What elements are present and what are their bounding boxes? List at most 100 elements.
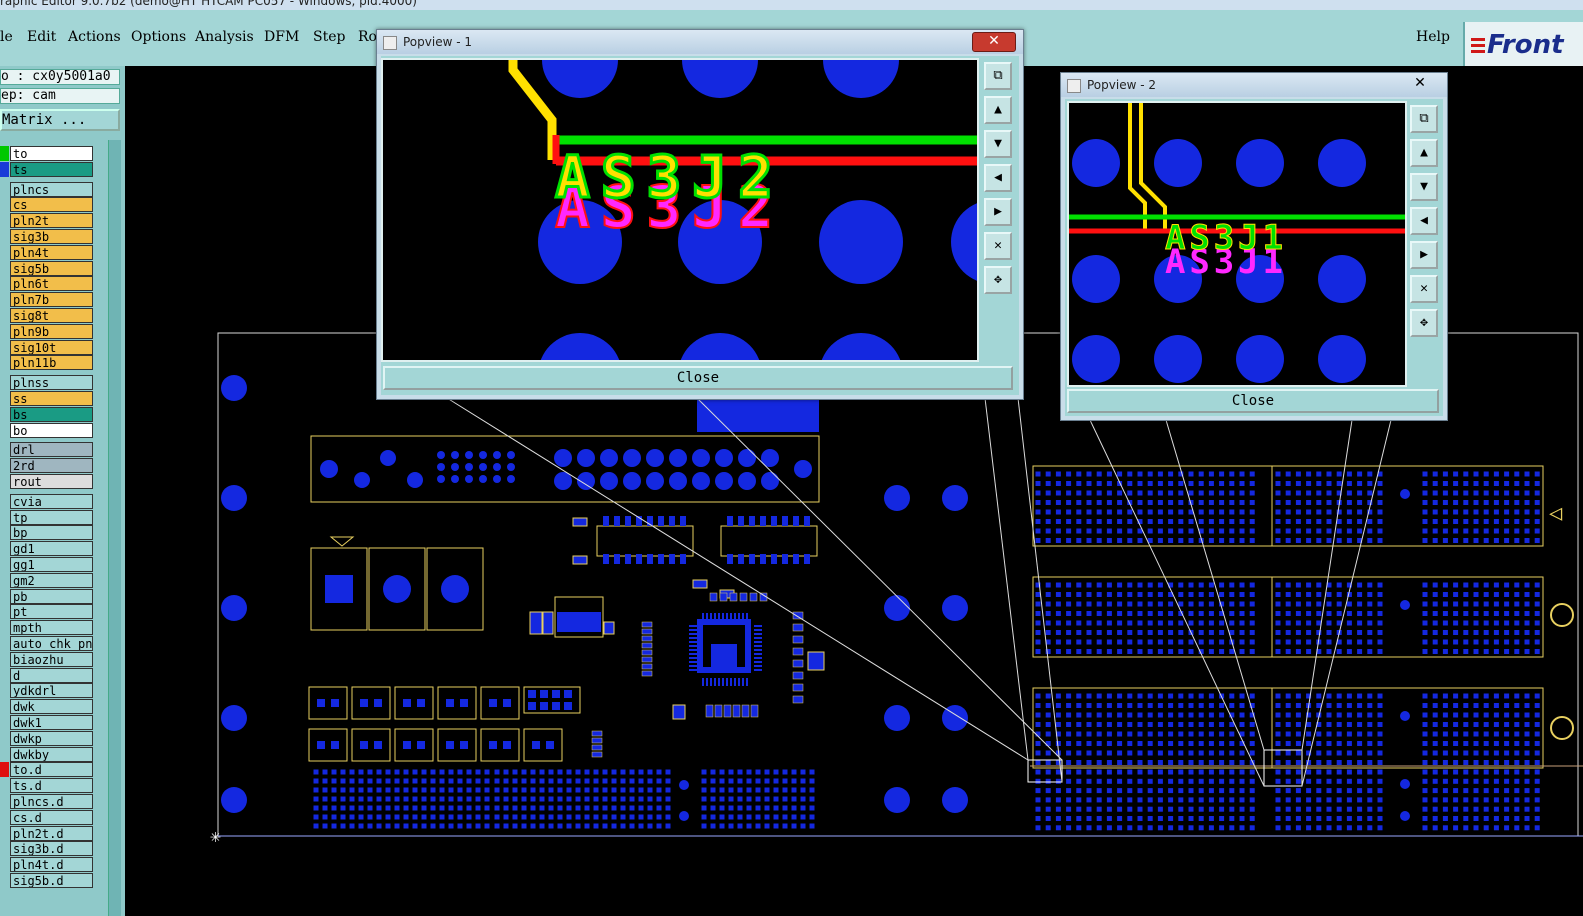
layer-bs[interactable]: bs — [10, 406, 93, 422]
zoom-window-icon[interactable]: ⧉ — [984, 62, 1012, 90]
layer-sig8t[interactable]: sig8t — [10, 308, 93, 323]
pan-down-icon[interactable]: ▼ — [984, 130, 1012, 158]
pan-up-icon[interactable]: ▲ — [984, 96, 1012, 124]
pan-down-icon[interactable]: ▼ — [1410, 173, 1438, 201]
layer-gm2[interactable]: gm2 — [10, 572, 93, 588]
layer-plncs-d[interactable]: plncs.d — [10, 794, 93, 809]
connector-pad — [1504, 712, 1510, 718]
pan-right-icon[interactable]: ▶ — [1410, 241, 1438, 269]
layer-pln4t-d[interactable]: pln4t.d — [10, 857, 93, 873]
menu-step[interactable]: Step — [313, 29, 345, 45]
connector-pad — [1432, 806, 1438, 812]
pad — [727, 554, 733, 564]
layer-dwkby[interactable]: dwkby — [10, 746, 93, 762]
layer-gg1[interactable]: gg1 — [10, 557, 93, 572]
layer-auto-chk-pn[interactable]: auto_chk_pn — [10, 636, 93, 651]
pan-left-icon[interactable]: ◀ — [984, 164, 1012, 192]
layer-drl[interactable]: drl — [10, 442, 93, 458]
layer-ts[interactable]: ts — [10, 161, 93, 177]
popview-2-screen[interactable]: AS3J1 AS3J1 — [1067, 101, 1407, 387]
zoom-fit-icon[interactable]: ✕ — [984, 232, 1012, 260]
layer-pln9b[interactable]: pln9b — [10, 323, 93, 339]
layer-dwkp[interactable]: dwkp — [10, 730, 93, 746]
menu-options[interactable]: Options — [131, 29, 186, 45]
layer-mpth[interactable]: mpth — [10, 620, 93, 636]
layer-cs-d[interactable]: cs.d — [10, 809, 93, 825]
layer-bo[interactable]: bo — [10, 422, 93, 438]
connector-pad — [1473, 741, 1479, 746]
connector-pad — [1086, 750, 1092, 756]
popview-1-close-button[interactable]: Close — [383, 366, 1013, 390]
layer-pb[interactable]: pb — [10, 588, 93, 604]
layer-to[interactable]: to — [10, 146, 93, 161]
menu-edit[interactable]: Edit — [27, 29, 56, 45]
layer-cvia[interactable]: cvia — [10, 493, 93, 509]
mounting-hole — [221, 705, 247, 731]
pad — [529, 611, 543, 635]
menu-actions[interactable]: Actions — [68, 29, 121, 45]
layer-sig3b[interactable]: sig3b — [10, 229, 93, 244]
popview-1-zoom-view[interactable]: AS3J2AS3J2 — [383, 60, 977, 360]
popview-1-titlebar[interactable]: Popview - 1 ✕ — [377, 30, 1023, 54]
layer-dwk[interactable]: dwk — [10, 699, 93, 715]
bga-pad — [367, 823, 373, 829]
zoom-window-icon[interactable]: ⧉ — [1410, 105, 1438, 133]
pan-right-icon[interactable]: ▶ — [984, 198, 1012, 226]
layer-sig5b[interactable]: sig5b — [10, 260, 93, 276]
popview-1-close-icon[interactable]: ✕ — [972, 32, 1016, 52]
connector-pad — [1336, 611, 1342, 616]
layer-pln7b[interactable]: pln7b — [10, 292, 93, 308]
matrix-button[interactable]: Matrix ... — [0, 109, 120, 131]
layer-rout[interactable]: rout — [10, 474, 93, 489]
layer-cs[interactable]: cs — [10, 197, 93, 213]
bga-pad — [593, 787, 599, 793]
connector-pad — [1208, 500, 1214, 505]
layer-tp[interactable]: tp — [10, 509, 93, 525]
layer-to-d[interactable]: to.d — [10, 762, 93, 778]
connector-pad — [1442, 528, 1448, 534]
zoom-fit-icon[interactable]: ✕ — [1410, 275, 1438, 303]
popview-2-close-button[interactable]: Close — [1067, 389, 1439, 413]
connector-pad — [1377, 806, 1383, 812]
menu-rout[interactable]: Ro — [358, 29, 377, 45]
connector-pad — [1117, 582, 1123, 588]
zoom-home-icon[interactable]: ✥ — [984, 266, 1012, 294]
layer-bp[interactable]: bp — [10, 525, 93, 541]
pan-up-icon[interactable]: ▲ — [1410, 139, 1438, 167]
layer-d[interactable]: d — [10, 667, 93, 683]
layer-list-scrollbar[interactable] — [108, 140, 121, 916]
layer-pln6t[interactable]: pln6t — [10, 276, 93, 292]
connector-pad — [1249, 778, 1255, 784]
layer-sig3b-d[interactable]: sig3b.d — [10, 841, 93, 857]
layer-ts-d[interactable]: ts.d — [10, 778, 93, 794]
layer-plncs[interactable]: plncs — [10, 181, 93, 197]
layer-pln2t[interactable]: pln2t — [10, 213, 93, 229]
layer-sig5b-d[interactable]: sig5b.d — [10, 873, 93, 888]
menu-dfm[interactable]: DFM — [264, 29, 299, 45]
layer-biaozhu[interactable]: biaozhu — [10, 651, 93, 667]
layer-plnss[interactable]: plnss — [10, 375, 93, 391]
layer-pt[interactable]: pt — [10, 604, 93, 620]
menu-analysis[interactable]: Analysis — [195, 29, 254, 45]
layer-pln2t-d[interactable]: pln2t.d — [10, 825, 93, 841]
layer-2rd[interactable]: 2rd — [10, 458, 93, 474]
popview-2-zoom-view[interactable]: AS3J1AS3J1 — [1069, 103, 1405, 385]
menu-file[interactable]: le — [0, 29, 13, 45]
zoom-home-icon[interactable]: ✥ — [1410, 309, 1438, 337]
layer-dwk1[interactable]: dwk1 — [10, 715, 93, 730]
connector-pad — [1377, 509, 1383, 515]
connector-pad — [1137, 750, 1143, 756]
popview-2-close-icon[interactable]: ✕ — [1399, 75, 1441, 93]
layer-pln11b[interactable]: pln11b — [10, 355, 93, 371]
pan-left-icon[interactable]: ◀ — [1410, 207, 1438, 235]
layer-sig10t[interactable]: sig10t — [10, 339, 93, 355]
layer-ydkdrl[interactable]: ydkdrl — [10, 683, 93, 699]
layer-gd1[interactable]: gd1 — [10, 541, 93, 557]
menu-help[interactable]: Help — [1416, 29, 1450, 45]
bga-pad — [322, 778, 328, 784]
popview-1-screen[interactable]: AS3J2 AS3J2 — [381, 58, 979, 362]
layer-ss[interactable]: ss — [10, 391, 93, 406]
layer-pln4t[interactable]: pln4t — [10, 244, 93, 260]
popview-2-titlebar[interactable]: Popview - 2 ✕ — [1061, 73, 1447, 97]
bga-pad — [791, 769, 797, 775]
